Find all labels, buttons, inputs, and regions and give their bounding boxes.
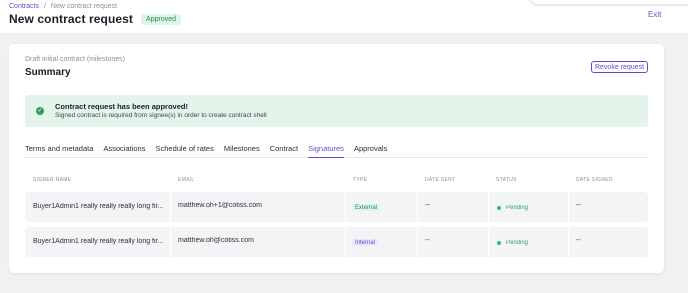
status-label: Pending [506,205,529,211]
column-divider [488,227,489,257]
tab-signatures[interactable]: Signatures [308,142,344,158]
status-dot-icon [497,206,501,210]
column-divider [170,227,171,257]
summary-card: Draft initial contract (milestones) Summ… [9,44,664,273]
type-badge: Internal [352,239,379,246]
table-row[interactable]: Buyer1Admin1 really really really long f… [25,227,648,257]
status-dot-icon [497,241,501,245]
check-circle-icon: ✓ [36,107,44,115]
date-signed: -- [576,202,581,209]
header-status: STATUS [496,177,517,183]
date-sent: -- [425,202,430,209]
approval-alert: ✓ Contract request has been approved! Si… [25,95,648,127]
header-signer-name: SIGNER NAME [33,177,72,183]
card-subtitle: Draft initial contract (milestones) [25,56,125,63]
signer-email: matthew.oh+1@cotiss.com [178,202,262,209]
type-badge: External [352,204,381,211]
breadcrumb-contracts-link[interactable]: Contracts [9,3,39,10]
breadcrumb: Contracts / New contract request [9,3,117,10]
column-divider [488,192,489,222]
header-date-sent: DATE SENT [425,177,456,183]
tab-bar: Terms and metadata Associations Schedule… [25,142,648,158]
page-title-row: New contract request Approved [9,12,182,26]
tab-contract[interactable]: Contract [270,142,298,158]
tab-terms-and-metadata[interactable]: Terms and metadata [25,142,93,158]
column-divider [417,227,418,257]
column-divider [170,192,171,222]
top-panel-edge [530,0,688,4]
table-row[interactable]: Buyer1Admin1 really really really long f… [25,192,648,222]
column-divider [345,192,346,222]
breadcrumb-current: New contract request [50,3,118,10]
tab-schedule-of-rates[interactable]: Schedule of rates [155,142,213,158]
status-badge: Approved [141,13,182,25]
date-sent: -- [425,237,430,244]
breadcrumb-separator: / [43,3,46,10]
alert-title: Contract request has been approved! [55,102,188,111]
type-internal-badge: Internal [352,239,379,246]
top-bar: Contracts / New contract request New con… [0,0,688,33]
exit-button[interactable]: Exit [648,10,661,19]
card-title: Summary [25,67,71,78]
table-header: SIGNER NAME EMAIL TYPE DATE SENT STATUS … [25,174,648,186]
type-external-badge: External [352,204,381,211]
status-cell: Pending [497,205,528,211]
date-signed: -- [576,237,581,244]
signer-name: Buyer1Admin1 really really really long f… [33,238,163,245]
tab-approvals[interactable]: Approvals [354,142,387,158]
header-date-signed: DATE SIGNED [576,177,613,183]
signer-email: matthew.oh@cotiss.com [178,237,254,244]
signer-name: Buyer1Admin1 really really really long f… [33,203,163,210]
header-email: EMAIL [178,177,195,183]
alert-text: Signed contract is required from signee(… [55,112,267,119]
status-cell: Pending [497,240,528,246]
revoke-request-button[interactable]: Revoke request [591,61,648,73]
column-divider [417,192,418,222]
column-divider [568,192,569,222]
header-type: TYPE [353,177,368,183]
column-divider [345,227,346,257]
page-title: New contract request [9,12,134,26]
column-divider [568,227,569,257]
tab-associations[interactable]: Associations [103,142,145,158]
tab-milestones[interactable]: Milestones [224,142,260,158]
status-label: Pending [506,240,529,246]
